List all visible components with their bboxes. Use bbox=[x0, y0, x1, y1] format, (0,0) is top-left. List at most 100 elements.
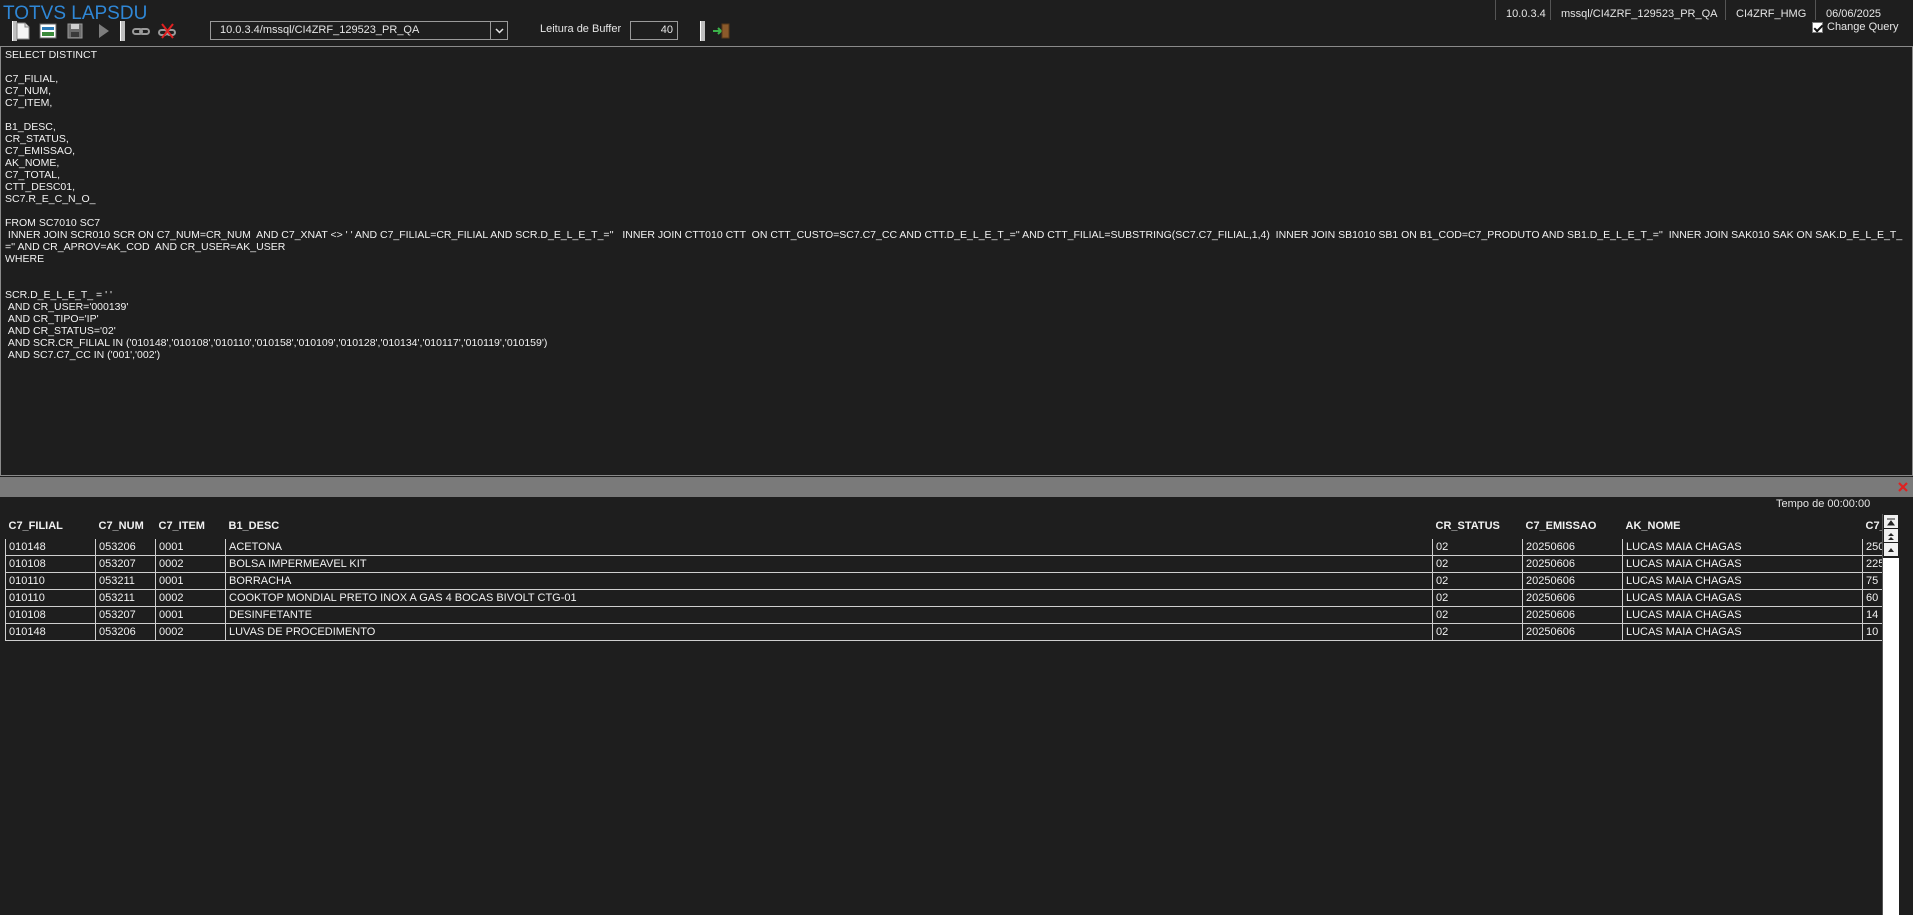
table-cell[interactable]: 60 bbox=[1862, 589, 1882, 607]
table-cell[interactable]: 250 bbox=[1862, 537, 1882, 556]
scroll-top-button[interactable] bbox=[1884, 515, 1898, 528]
query-editor[interactable]: SELECT DISTINCT C7_FILIAL, C7_NUM, C7_IT… bbox=[0, 46, 1913, 476]
table-cell[interactable]: 02 bbox=[1432, 537, 1523, 556]
column-header[interactable]: C7_EMISSAO bbox=[1522, 514, 1623, 539]
column-header[interactable]: C7_NUM bbox=[95, 514, 156, 539]
table-cell[interactable]: BOLSA IMPERMEAVEL KIT bbox=[225, 555, 1433, 573]
table-cell[interactable]: 20250606 bbox=[1522, 572, 1623, 590]
connection-select[interactable]: 10.0.3.4/mssql/CI4ZRF_129523_PR_QA bbox=[210, 21, 508, 40]
table-cell[interactable]: 010110 bbox=[5, 572, 96, 590]
table-cell[interactable]: 20250606 bbox=[1522, 537, 1623, 556]
status-database: mssql/CI4ZRF_129523_PR_QA bbox=[1550, 0, 1725, 20]
status-server: 10.0.3.4 bbox=[1495, 0, 1550, 20]
save-button[interactable] bbox=[64, 20, 86, 42]
column-header[interactable]: AK_NOME bbox=[1622, 514, 1863, 539]
table-cell[interactable]: BORRACHA bbox=[225, 572, 1433, 590]
table-cell[interactable]: 0002 bbox=[155, 589, 226, 607]
table-cell[interactable]: 0002 bbox=[155, 623, 226, 641]
change-query-label: Change Query bbox=[1827, 21, 1899, 33]
change-query-toggle[interactable]: Change Query bbox=[1812, 21, 1899, 33]
result-splitter[interactable] bbox=[0, 477, 1913, 497]
table-cell[interactable]: 02 bbox=[1432, 589, 1523, 607]
table-cell[interactable]: LUCAS MAIA CHAGAS bbox=[1622, 623, 1863, 641]
chevron-up-icon bbox=[1888, 547, 1894, 552]
table-cell[interactable]: 14 bbox=[1862, 606, 1882, 624]
buffer-input[interactable]: 40 bbox=[630, 21, 678, 40]
disconnect-button[interactable] bbox=[156, 20, 178, 42]
elapsed-time: Tempo de 00:00:00 bbox=[1776, 498, 1871, 510]
column-header[interactable]: C7_ITEM bbox=[155, 514, 226, 539]
table-cell[interactable]: LUCAS MAIA CHAGAS bbox=[1622, 572, 1863, 590]
column-header[interactable]: B1_DESC bbox=[225, 514, 1433, 539]
table-cell[interactable]: LUCAS MAIA CHAGAS bbox=[1622, 606, 1863, 624]
scroll-page-up-icon bbox=[1888, 532, 1894, 540]
exit-door-icon bbox=[713, 23, 730, 39]
table-cell[interactable]: 20250606 bbox=[1522, 589, 1623, 607]
table-cell[interactable]: 20250606 bbox=[1522, 606, 1623, 624]
table-cell[interactable]: LUCAS MAIA CHAGAS bbox=[1622, 537, 1863, 556]
table-cell[interactable]: ACETONA bbox=[225, 537, 1433, 556]
table-cell[interactable]: 010148 bbox=[5, 623, 96, 641]
table-row[interactable]: 010110 053211 0001 BORRACHA 02 20250606 LUCAS … bbox=[5, 572, 1882, 590]
exit-button[interactable] bbox=[710, 20, 732, 42]
toolbar-separator bbox=[700, 21, 705, 41]
result-grid: C7_FILIAL C7_NUM C7_ITEM B1_DESC CR_STAT… bbox=[5, 514, 1882, 915]
new-file-icon bbox=[16, 22, 30, 40]
table-cell[interactable]: 02 bbox=[1432, 606, 1523, 624]
table-cell[interactable]: 20250606 bbox=[1522, 555, 1623, 573]
table-row[interactable]: 010110 053211 0002 COOKTOP MONDIAL PRETO IN… bbox=[5, 589, 1882, 607]
table-cell[interactable]: COOKTOP MONDIAL PRETO INOX A GAS 4 BOCAS… bbox=[225, 589, 1433, 607]
new-query-button[interactable] bbox=[12, 20, 34, 42]
scroll-top-icon bbox=[1887, 518, 1895, 525]
table-cell[interactable]: 053206 bbox=[95, 623, 156, 641]
table-cell[interactable]: 010108 bbox=[5, 606, 96, 624]
table-cell[interactable]: 0001 bbox=[155, 537, 226, 556]
table-cell[interactable]: 02 bbox=[1432, 623, 1523, 641]
column-header[interactable]: C7_ bbox=[1862, 514, 1882, 539]
table-cell[interactable]: 02 bbox=[1432, 555, 1523, 573]
table-cell[interactable]: 0002 bbox=[155, 555, 226, 573]
table-cell[interactable]: 053211 bbox=[95, 572, 156, 590]
scroll-page-up-button[interactable] bbox=[1884, 529, 1898, 542]
scroll-up-button[interactable] bbox=[1884, 543, 1898, 556]
connect-button[interactable] bbox=[130, 20, 152, 42]
table-cell[interactable]: 053211 bbox=[95, 589, 156, 607]
table-row[interactable]: 010108 053207 0001 DESINFETANTE 02 20250606 LU… bbox=[5, 606, 1882, 624]
table-cell[interactable]: 010110 bbox=[5, 589, 96, 607]
open-button[interactable] bbox=[37, 20, 59, 42]
table-cell[interactable]: 053207 bbox=[95, 555, 156, 573]
close-x-icon bbox=[1898, 482, 1908, 492]
table-cell[interactable]: DESINFETANTE bbox=[225, 606, 1433, 624]
buffer-label: Leitura de Buffer bbox=[540, 23, 622, 35]
table-cell[interactable]: LUVAS DE PROCEDIMENTO bbox=[225, 623, 1433, 641]
column-header[interactable]: C7_FILIAL bbox=[5, 514, 96, 539]
run-query-button[interactable] bbox=[92, 20, 114, 42]
table-cell[interactable]: 010108 bbox=[5, 555, 96, 573]
table-cell[interactable]: LUCAS MAIA CHAGAS bbox=[1622, 589, 1863, 607]
table-cell[interactable]: 75 bbox=[1862, 572, 1882, 590]
table-cell[interactable]: 0001 bbox=[155, 606, 226, 624]
table-cell[interactable]: 02 bbox=[1432, 572, 1523, 590]
column-header[interactable]: CR_STATUS bbox=[1432, 514, 1523, 539]
change-query-checkbox[interactable] bbox=[1812, 21, 1823, 33]
table-cell[interactable]: 0001 bbox=[155, 572, 226, 590]
table-cell[interactable]: 225 bbox=[1862, 555, 1882, 573]
table-row[interactable]: 010148 053206 0001 ACETONA 02 20250606 LUCAS M… bbox=[5, 537, 1882, 556]
scroll-track[interactable] bbox=[1883, 558, 1899, 915]
table-row[interactable]: 010108 053207 0002 BOLSA IMPERMEAVEL KIT 02 2… bbox=[5, 555, 1882, 573]
table-cell[interactable]: 053206 bbox=[95, 537, 156, 556]
table-row[interactable]: 010148 053206 0002 LUVAS DE PROCEDIMENTO 02 2… bbox=[5, 623, 1882, 641]
unlink-icon bbox=[158, 23, 176, 39]
table-cell[interactable]: 10 bbox=[1862, 623, 1882, 641]
table-cell[interactable]: LUCAS MAIA CHAGAS bbox=[1622, 555, 1863, 573]
status-strip: 10.0.3.4 mssql/CI4ZRF_129523_PR_QA CI4ZR… bbox=[1495, 0, 1913, 20]
table-cell[interactable]: 010148 bbox=[5, 537, 96, 556]
chevron-down-icon bbox=[490, 22, 507, 39]
play-icon bbox=[99, 24, 109, 38]
open-folder-icon bbox=[39, 23, 57, 39]
table-cell[interactable]: 20250606 bbox=[1522, 623, 1623, 641]
grid-header-row: C7_FILIAL C7_NUM C7_ITEM B1_DESC CR_STAT… bbox=[5, 514, 1882, 539]
close-result-button[interactable] bbox=[1897, 481, 1909, 493]
table-cell[interactable]: 053207 bbox=[95, 606, 156, 624]
result-scrollbar[interactable] bbox=[1882, 514, 1899, 915]
